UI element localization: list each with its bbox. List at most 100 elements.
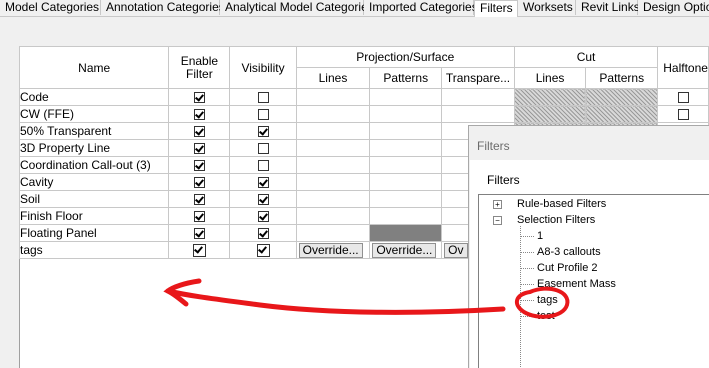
cell-cut-lines[interactable]	[513, 88, 587, 106]
cell-enable[interactable]	[168, 224, 231, 242]
cell-proj-lines[interactable]	[295, 139, 371, 157]
cell-visibility[interactable]	[229, 173, 297, 191]
checkbox[interactable]	[192, 244, 206, 258]
tree-item[interactable]: Easement Mass	[537, 278, 616, 290]
tree-item-tags[interactable]: tags	[537, 294, 558, 306]
cell-proj-patterns[interactable]	[369, 207, 443, 225]
cell-visibility[interactable]	[229, 190, 297, 208]
col-header-cut-lines[interactable]: Lines	[513, 67, 587, 89]
filters-tree[interactable]: + Rule-based Filters − Selection Filters…	[478, 194, 709, 368]
tree-item[interactable]: Cut Profile 2	[537, 262, 598, 274]
checkbox[interactable]	[677, 92, 689, 104]
checkbox[interactable]	[257, 211, 269, 223]
checkbox[interactable]	[193, 160, 205, 172]
table-row[interactable]: CW (FFE)	[18, 105, 709, 123]
col-header-name[interactable]: Name	[18, 46, 170, 89]
cell-visibility[interactable]	[229, 156, 297, 174]
tree-item[interactable]: A8-3 callouts	[537, 246, 601, 258]
cell-proj-lines[interactable]	[295, 105, 371, 123]
tab-worksets[interactable]: Worksets	[518, 0, 576, 15]
checkbox[interactable]	[193, 228, 205, 240]
tab-filters[interactable]: Filters	[474, 0, 518, 17]
cell-enable[interactable]	[168, 207, 231, 225]
cell-proj-lines[interactable]	[295, 224, 371, 242]
checkbox[interactable]	[257, 177, 269, 189]
expand-plus-icon[interactable]: +	[493, 200, 502, 209]
tab-design-options[interactable]: Design Options	[638, 0, 709, 15]
col-header-halftone[interactable]: Halftone	[657, 46, 709, 89]
checkbox[interactable]	[257, 126, 269, 138]
col-header-proj-patterns[interactable]: Patterns	[369, 67, 443, 89]
cell-cut-patterns[interactable]	[585, 105, 659, 123]
cell-proj-patterns[interactable]	[369, 88, 443, 106]
cell-halftone[interactable]	[657, 88, 709, 106]
cell-enable[interactable]	[168, 173, 231, 191]
tab-imported-categories[interactable]: Imported Categories	[364, 0, 478, 15]
table-row[interactable]: Code	[18, 88, 709, 106]
cell-proj-patterns[interactable]	[369, 105, 443, 123]
tree-node-rule-based[interactable]: Rule-based Filters	[517, 198, 606, 210]
checkbox[interactable]	[193, 143, 205, 155]
col-header-transparency[interactable]: Transpare...	[441, 67, 515, 89]
col-header-visibility[interactable]: Visibility	[229, 46, 297, 89]
override-button[interactable]: Override...	[372, 242, 437, 258]
override-button[interactable]: Override...	[298, 242, 363, 258]
cell-visibility[interactable]	[229, 224, 297, 242]
cell-enable[interactable]	[168, 88, 231, 106]
cell-halftone[interactable]	[657, 105, 709, 123]
cell-proj-lines[interactable]	[295, 88, 371, 106]
cell-proj-lines[interactable]	[295, 190, 371, 208]
cell-proj-patterns[interactable]	[369, 173, 443, 191]
checkbox[interactable]	[193, 211, 205, 223]
cell-visibility[interactable]	[229, 207, 297, 225]
checkbox[interactable]	[193, 109, 205, 121]
checkbox[interactable]	[193, 92, 205, 104]
checkbox[interactable]	[193, 194, 205, 206]
col-header-enable-filter[interactable]: Enable Filter	[168, 46, 231, 89]
checkbox[interactable]	[256, 244, 270, 258]
cell-visibility[interactable]	[229, 105, 297, 123]
cell-enable[interactable]	[168, 105, 231, 123]
cell-enable[interactable]	[168, 190, 231, 208]
cell-proj-patterns[interactable]: Override...	[369, 241, 443, 259]
checkbox[interactable]	[193, 177, 205, 189]
cell-proj-lines[interactable]	[295, 156, 371, 174]
cell-visibility[interactable]	[229, 88, 297, 106]
cell-enable[interactable]	[168, 156, 231, 174]
override-button[interactable]: Ov	[444, 242, 468, 258]
checkbox[interactable]	[257, 92, 269, 104]
cell-visibility[interactable]	[229, 241, 297, 259]
tab-annotation-categories[interactable]: Annotation Categories	[101, 0, 225, 15]
cell-proj-patterns[interactable]	[369, 190, 443, 208]
cell-enable[interactable]	[168, 241, 231, 259]
checkbox[interactable]	[257, 109, 269, 121]
cell-visibility[interactable]	[229, 122, 297, 140]
cell-proj-patterns[interactable]	[369, 122, 443, 140]
col-header-proj-lines[interactable]: Lines	[295, 67, 371, 89]
tree-item[interactable]: test	[537, 310, 555, 322]
cell-cut-lines[interactable]	[513, 105, 587, 123]
cell-visibility[interactable]	[229, 139, 297, 157]
cell-proj-lines[interactable]: Override...	[295, 241, 371, 259]
cell-proj-lines[interactable]	[295, 173, 371, 191]
tree-node-selection-filters[interactable]: Selection Filters	[517, 214, 595, 226]
checkbox[interactable]	[193, 126, 205, 138]
cell-transparency[interactable]	[441, 105, 515, 123]
checkbox[interactable]	[257, 143, 269, 155]
tab-analytical-model-categories[interactable]: Analytical Model Categories	[220, 0, 374, 15]
tab-model-categories[interactable]: Model Categories	[0, 0, 101, 15]
checkbox[interactable]	[257, 160, 269, 172]
collapse-minus-icon[interactable]: −	[493, 216, 502, 225]
checkbox[interactable]	[257, 228, 269, 240]
col-header-cut-patterns[interactable]: Patterns	[585, 67, 659, 89]
cell-proj-lines[interactable]	[295, 122, 371, 140]
cell-enable[interactable]	[168, 139, 231, 157]
tab-revit-links[interactable]: Revit Links	[576, 0, 640, 15]
cell-cut-patterns[interactable]	[585, 88, 659, 106]
cell-proj-patterns[interactable]	[369, 139, 443, 157]
checkbox[interactable]	[677, 109, 689, 121]
checkbox[interactable]	[257, 194, 269, 206]
cell-proj-patterns[interactable]	[369, 156, 443, 174]
cell-proj-lines[interactable]	[295, 207, 371, 225]
cell-proj-patterns[interactable]	[369, 224, 443, 242]
